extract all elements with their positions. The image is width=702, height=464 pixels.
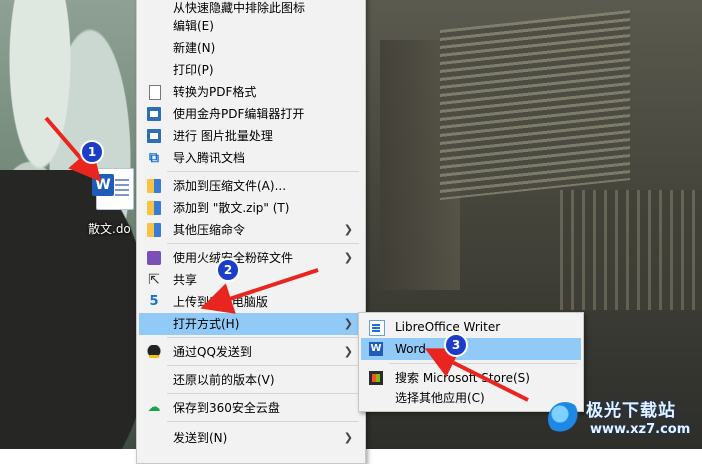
step-badge-1: 1 (80, 140, 104, 164)
watermark-brand: 极光下载站 (586, 401, 676, 421)
step-badge-3: 3 (444, 333, 468, 357)
watermark-url: www.xz7.com (590, 422, 691, 437)
step-badge-2: 2 (216, 258, 240, 282)
site-watermark: 极光下载站 www.xz7.com (544, 394, 694, 446)
watermark-logo-icon (548, 402, 582, 436)
annotation-arrow-3 (424, 348, 529, 402)
annotation-arrows (44, 116, 529, 402)
